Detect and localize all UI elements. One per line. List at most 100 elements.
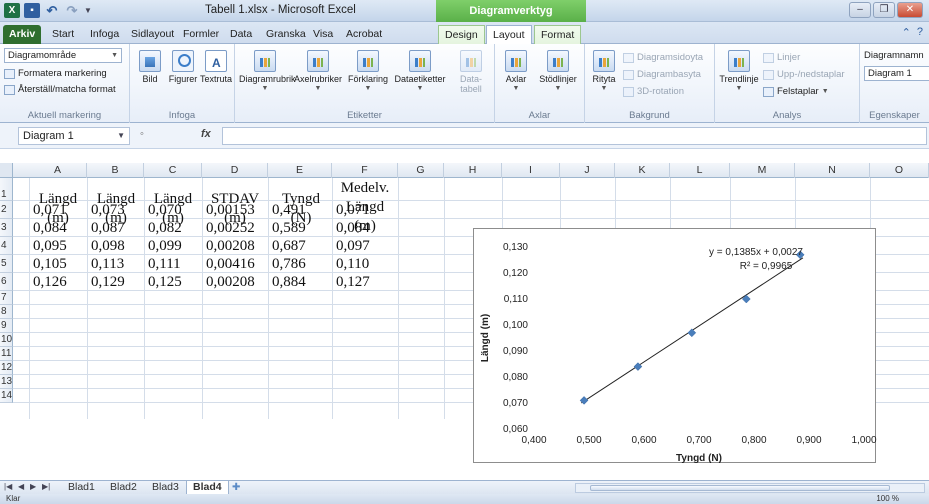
data-labels-button[interactable]: Dataetiketter ▼ xyxy=(392,50,448,94)
column-header[interactable]: I xyxy=(502,163,560,178)
column-header[interactable]: C xyxy=(144,163,202,178)
chart-title-button[interactable]: Diagramrubrik ▼ xyxy=(239,50,296,94)
reset-style-button[interactable]: Återställ/matcha format xyxy=(4,84,116,95)
row-header[interactable]: 10 xyxy=(0,333,13,347)
table-cell[interactable]: 0,087 xyxy=(87,219,125,237)
column-header[interactable]: B xyxy=(87,163,144,178)
table-cell[interactable]: 0,00208 xyxy=(202,237,255,255)
last-sheet-icon[interactable]: ▶| xyxy=(42,482,50,491)
table-cell[interactable]: 0,491 xyxy=(268,201,306,219)
chart-element-dropdown[interactable]: Diagramområde ▼ xyxy=(4,48,122,63)
first-sheet-icon[interactable]: |◀ xyxy=(4,482,12,491)
format-selection-button[interactable]: Formatera markering xyxy=(4,68,107,79)
table-cell[interactable]: 0,071 xyxy=(29,201,67,219)
tab-design[interactable]: Design xyxy=(438,25,485,44)
trendline-button[interactable]: Trendlinje ▼ xyxy=(719,50,759,94)
table-cell[interactable]: 0,129 xyxy=(87,273,125,291)
row-header[interactable]: 8 xyxy=(0,305,13,319)
customize-qat-icon[interactable]: ▼ xyxy=(84,6,92,15)
name-box[interactable]: Diagram 1 ▼ xyxy=(18,127,130,145)
table-cell[interactable]: 0,099 xyxy=(144,237,182,255)
scrollbar-thumb[interactable] xyxy=(590,485,890,491)
plot-area-button[interactable]: Rityta ▼ xyxy=(589,50,619,94)
excel-logo-icon[interactable]: X xyxy=(4,3,20,18)
table-cell[interactable]: 0,125 xyxy=(144,273,182,291)
minimize-icon[interactable]: – xyxy=(849,2,871,18)
row-header[interactable]: 7 xyxy=(0,291,13,305)
chart-wall-button[interactable]: Diagramsidoyta xyxy=(623,52,703,63)
help-icon[interactable]: ? xyxy=(917,26,923,39)
row-header[interactable]: 6 xyxy=(0,273,13,291)
insert-shapes-button[interactable]: Figurer xyxy=(168,50,198,84)
next-sheet-icon[interactable]: ▶ xyxy=(30,482,36,491)
save-icon[interactable]: ▪ xyxy=(24,3,40,18)
scatter-chart[interactable]: 0,060 0,070 0,080 0,090 0,100 0,110 0,120 0,130… xyxy=(473,228,877,464)
table-cell[interactable]: 0,084 xyxy=(332,219,370,237)
table-cell[interactable]: 0,786 xyxy=(268,255,306,273)
worksheet-grid[interactable]: ABCDEFGHIJKLMNO 1 2 3 4 5 6 7 8 9 10 11 12 13 14 Läng… xyxy=(0,149,929,480)
legend-button[interactable]: Förklaring ▼ xyxy=(345,50,391,94)
table-cell[interactable]: 0,095 xyxy=(29,237,67,255)
tab-format[interactable]: Format xyxy=(534,25,582,44)
column-header[interactable]: J xyxy=(560,163,615,178)
column-header[interactable]: E xyxy=(268,163,332,178)
table-cell[interactable]: 0,105 xyxy=(29,255,67,273)
select-all-corner[interactable] xyxy=(0,163,13,178)
column-header[interactable]: M xyxy=(730,163,795,178)
prev-sheet-icon[interactable]: ◀ xyxy=(18,482,24,491)
row-header[interactable]: 5 xyxy=(0,255,13,273)
column-header[interactable]: K xyxy=(615,163,670,178)
table-cell[interactable]: 0,070 xyxy=(144,201,182,219)
tab-view[interactable]: Visa xyxy=(307,25,339,44)
axis-titles-button[interactable]: Axelrubriker ▼ xyxy=(292,50,344,94)
column-header[interactable]: O xyxy=(870,163,929,178)
tab-acrobat[interactable]: Acrobat xyxy=(340,25,388,44)
row-header[interactable]: 9 xyxy=(0,319,13,333)
column-header[interactable]: H xyxy=(444,163,502,178)
table-cell[interactable]: 0,884 xyxy=(268,273,306,291)
close-icon[interactable]: ✕ xyxy=(897,2,923,18)
table-cell[interactable]: 0,00252 xyxy=(202,219,255,237)
insert-picture-button[interactable]: Bild xyxy=(136,50,164,84)
table-cell[interactable]: 0,084 xyxy=(29,219,67,237)
table-cell[interactable]: 0,097 xyxy=(332,237,370,255)
column-header[interactable]: L xyxy=(670,163,730,178)
table-cell[interactable]: 0,110 xyxy=(332,255,369,273)
table-cell[interactable]: 0,00416 xyxy=(202,255,255,273)
axes-button[interactable]: Axlar ▼ xyxy=(499,50,533,94)
table-cell[interactable]: 0,098 xyxy=(87,237,125,255)
data-table-button[interactable]: Data- tabell xyxy=(451,50,491,94)
tab-review[interactable]: Granska xyxy=(260,25,312,44)
formula-input[interactable] xyxy=(222,127,927,145)
tab-formulas[interactable]: Formler xyxy=(177,25,225,44)
zoom-level[interactable]: 100 % xyxy=(876,494,899,503)
sheet-tab-blad4[interactable]: Blad4 xyxy=(186,481,229,495)
tab-insert[interactable]: Infoga xyxy=(84,25,125,44)
table-cell[interactable]: 0,126 xyxy=(29,273,67,291)
rotation-button[interactable]: 3D-rotation xyxy=(623,86,684,97)
column-header[interactable]: A xyxy=(29,163,87,178)
table-cell[interactable]: 0,111 xyxy=(144,255,181,273)
tab-data[interactable]: Data xyxy=(224,25,258,44)
undo-icon[interactable]: ↶ xyxy=(44,3,60,18)
table-cell[interactable]: 0,113 xyxy=(87,255,124,273)
chart-floor-button[interactable]: Diagrambasyta xyxy=(623,69,701,80)
table-cell[interactable]: 0,00208 xyxy=(202,273,255,291)
table-cell[interactable]: 0,082 xyxy=(144,219,182,237)
tab-page-layout[interactable]: Sidlayout xyxy=(125,25,180,44)
sheet-tab-blad3[interactable]: Blad3 xyxy=(146,481,185,495)
table-cell[interactable]: 0,127 xyxy=(332,273,370,291)
row-header[interactable]: 1 xyxy=(0,178,13,201)
updown-bars-button[interactable]: Upp-/nedstaplar xyxy=(763,69,845,80)
row-header[interactable]: 12 xyxy=(0,361,13,375)
row-header[interactable]: 11 xyxy=(0,347,13,361)
maximize-icon[interactable]: ❐ xyxy=(873,2,895,18)
tab-start[interactable]: Start xyxy=(46,25,80,44)
insert-function-icon[interactable]: fx xyxy=(201,128,211,140)
lines-button[interactable]: Linjer xyxy=(763,52,800,63)
chart-name-input[interactable]: Diagram 1 xyxy=(864,66,929,81)
chevron-down-icon[interactable]: ▼ xyxy=(117,128,125,144)
new-sheet-icon[interactable]: ✚ xyxy=(232,482,240,493)
tab-file[interactable]: Arkiv xyxy=(3,25,42,44)
column-header[interactable]: N xyxy=(795,163,870,178)
